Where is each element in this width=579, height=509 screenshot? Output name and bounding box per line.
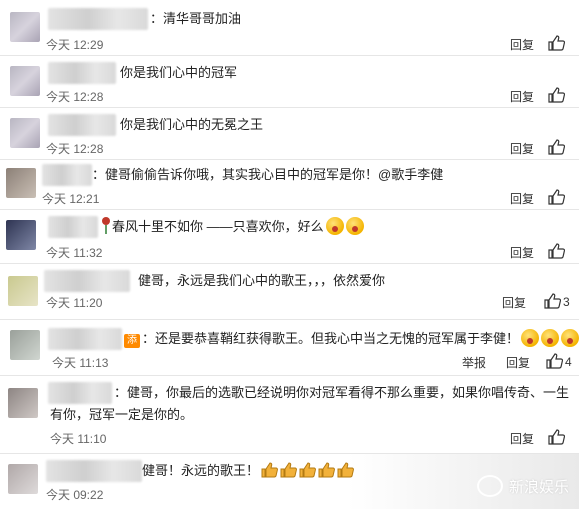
- comment-item: 你是我们心中的冠军 今天 12:28 回复: [0, 56, 579, 108]
- comment-text: 春风十里不如你 ——只喜欢你，好么: [100, 216, 364, 238]
- surprised-emoji-icon: [325, 217, 344, 235]
- username-redacted[interactable]: [48, 216, 98, 238]
- username-redacted[interactable]: [44, 270, 130, 292]
- surprised-emoji-icon: [345, 217, 364, 235]
- comment-text: 健哥！永远的歌王！: [142, 460, 354, 482]
- comment-time: 今天 09:22: [46, 488, 104, 502]
- username-redacted[interactable]: [42, 164, 92, 186]
- thumbs-up-emoji-icon: [318, 462, 335, 478]
- like-icon[interactable]: [547, 87, 565, 103]
- rose-icon: [102, 217, 110, 234]
- comment-time: 今天 11:10: [50, 432, 107, 446]
- reply-button[interactable]: 回复: [510, 244, 534, 261]
- thumbs-up-emoji-icon: [299, 462, 316, 478]
- reply-button[interactable]: 回复: [510, 190, 534, 207]
- avatar[interactable]: [10, 330, 40, 360]
- reply-button[interactable]: 回复: [510, 88, 534, 105]
- comment-time: 今天 11:13: [52, 356, 109, 370]
- thumbs-up-emoji-icon: [337, 462, 354, 478]
- thumbs-up-emoji-icon: [261, 462, 278, 478]
- member-badge: 添: [124, 334, 140, 348]
- username-redacted[interactable]: [48, 114, 116, 136]
- comment-item: 添：还是要恭喜鞘红获得歌王。但我心中当之无愧的冠军属于李健！ 今天 11:13 …: [0, 320, 579, 376]
- avatar[interactable]: [8, 276, 38, 306]
- comment-text: 添：还是要恭喜鞘红获得歌王。但我心中当之无愧的冠军属于李健！: [124, 328, 579, 350]
- avatar[interactable]: [6, 168, 36, 198]
- comment-item: ：清华哥哥加油 今天 12:29 回复: [0, 0, 579, 56]
- comment-text: ：健哥偷偷告诉你哦，其实我心目中的冠军是你！@歌手李健: [92, 167, 444, 182]
- reply-button[interactable]: 回复: [502, 294, 526, 311]
- avatar[interactable]: [8, 388, 38, 418]
- comment-text: ：健哥，你最后的选歌已经说明你对冠军看得不那么重要，如果你唱传奇、一生有你，冠军…: [50, 385, 570, 422]
- like-icon[interactable]: [547, 429, 565, 445]
- username-redacted[interactable]: [48, 8, 148, 30]
- like-icon[interactable]: [547, 35, 565, 51]
- surprised-emoji-icon: [561, 329, 579, 347]
- avatar[interactable]: [10, 118, 40, 148]
- like-icon[interactable]: [545, 353, 563, 369]
- comment-item: 健哥，永远是我们心中的歌王，，，依然爱你 今天 11:20 回复 3: [0, 264, 579, 320]
- comment-item: 春风十里不如你 ——只喜欢你，好么 今天 11:32 回复: [0, 210, 579, 264]
- like-icon[interactable]: [547, 189, 565, 205]
- like-icon[interactable]: [547, 243, 565, 259]
- comment-item: 你是我们心中的无冕之王 今天 12:28 回复: [0, 108, 579, 160]
- reply-button[interactable]: 回复: [506, 354, 530, 371]
- username-redacted[interactable]: [48, 328, 122, 350]
- reply-button[interactable]: 回复: [510, 36, 534, 53]
- reply-button[interactable]: 回复: [510, 430, 534, 447]
- comment-item: ：健哥，你最后的选歌已经说明你对冠军看得不那么重要，如果你唱传奇、一生有你，冠军…: [0, 376, 579, 454]
- comment-item: ：健哥偷偷告诉你哦，其实我心目中的冠军是你！@歌手李健 今天 12:21 回复: [0, 160, 579, 210]
- report-button[interactable]: 举报: [462, 354, 486, 371]
- username-redacted[interactable]: [48, 62, 116, 84]
- comment-time: 今天 12:28: [46, 90, 104, 104]
- comment-text: 你是我们心中的无冕之王: [120, 117, 264, 132]
- like-count: 4: [565, 355, 572, 369]
- avatar[interactable]: [6, 220, 36, 250]
- comment-text: ：清华哥哥加油: [150, 11, 242, 26]
- surprised-emoji-icon: [541, 329, 560, 347]
- comment-time: 今天 11:32: [46, 246, 103, 260]
- watermark-text: 新浪娱乐: [508, 478, 569, 496]
- comment-time: 今天 12:21: [42, 192, 100, 206]
- comment-text-body: 春风十里不如你 ——只喜欢你，好么: [112, 219, 324, 234]
- like-icon[interactable]: [543, 293, 561, 309]
- weibo-logo-icon: [476, 475, 503, 497]
- comment-time: 今天 11:20: [46, 296, 103, 310]
- watermark: 新浪娱乐: [476, 475, 569, 497]
- comment-text: 健哥，永远是我们心中的歌王，，，依然爱你: [138, 273, 386, 288]
- like-icon[interactable]: [547, 139, 565, 155]
- comment-time: 今天 12:28: [46, 142, 104, 156]
- thumbs-up-emoji-icon: [280, 462, 297, 478]
- reply-button[interactable]: 回复: [510, 140, 534, 157]
- avatar[interactable]: [10, 66, 40, 96]
- comment-time: 今天 12:29: [46, 38, 104, 52]
- comment-text-body: ：还是要恭喜鞘红获得歌王。但我心中当之无愧的冠军属于李健！: [142, 331, 520, 346]
- comment-text: 你是我们心中的冠军: [120, 65, 238, 80]
- comment-text-body: 健哥！永远的歌王！: [142, 463, 260, 478]
- avatar[interactable]: [10, 12, 40, 42]
- username-redacted[interactable]: [46, 460, 142, 482]
- surprised-emoji-icon: [521, 329, 540, 347]
- avatar[interactable]: [8, 464, 38, 494]
- like-count: 3: [563, 295, 570, 309]
